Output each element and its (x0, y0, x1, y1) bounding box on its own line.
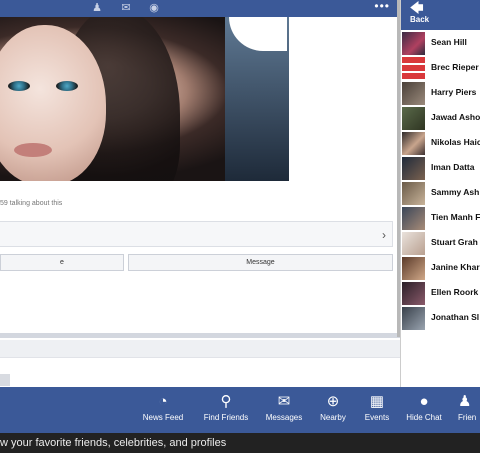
nearby-button[interactable]: ⊕ Nearby (316, 387, 350, 433)
friend-item[interactable]: Sean Hill (401, 31, 480, 56)
avatar (402, 182, 425, 205)
friend-name: Ellen Roork (431, 287, 479, 297)
more-options-icon[interactable]: ••• (374, 0, 390, 12)
messages-label: Messages (265, 413, 303, 422)
calendar-icon: ▦ (369, 393, 385, 410)
back-button[interactable]: 🡄 Back (401, 0, 480, 30)
friend-item[interactable]: Harry Piers (401, 81, 480, 106)
caption-banner: w your favorite friends, celebrities, an… (0, 433, 480, 453)
messages-icon[interactable]: ✉ (119, 2, 133, 14)
friend-name: Janine Khar (431, 262, 480, 272)
events-button[interactable]: ▦ Events (361, 387, 393, 433)
rss-icon: ◔ (158, 393, 168, 410)
target-icon: ⊕ (326, 393, 340, 410)
message-button[interactable]: Message (128, 254, 393, 271)
page-content: 59 talking about this › e Message (0, 17, 400, 387)
top-bar: ♟ ✉ ◉ ••• (0, 0, 400, 17)
friend-name: Brec Rieper (431, 62, 479, 72)
friend-name: Sean Hill (431, 37, 467, 47)
section-divider (0, 333, 400, 338)
photo-eye (8, 81, 30, 91)
friends-button[interactable]: ♟ Frien (458, 387, 480, 433)
chat-sidebar: 🡄 Back Sean Hill Brec Rieper Harry Piers… (400, 0, 480, 387)
chevron-right-icon: › (382, 228, 386, 242)
avatar (402, 157, 425, 180)
friend-item[interactable]: Jonathan Sl (401, 306, 480, 331)
globe-icon[interactable]: ◉ (147, 2, 161, 14)
photo-lips (14, 143, 52, 157)
friend-item[interactable]: Iman Datta (401, 156, 480, 181)
avatar (402, 207, 425, 230)
friend-name: Nikolas Haic (431, 137, 480, 147)
like-button[interactable]: e (0, 254, 124, 271)
friend-item[interactable]: Jawad Asho (401, 106, 480, 131)
friend-name: Harry Piers (431, 87, 477, 97)
friend-name: Sammy Ash (431, 187, 480, 197)
find-friends-button[interactable]: ⚲ Find Friends (199, 387, 253, 433)
avatar (402, 82, 425, 105)
nearby-label: Nearby (320, 413, 346, 422)
avatar (402, 307, 425, 330)
friend-name: Stuart Grah (431, 237, 478, 247)
friend-name: Jawad Asho (431, 112, 480, 122)
hide-chat-label: Hide Chat (406, 413, 442, 422)
about-row[interactable]: › (0, 221, 393, 247)
chat-bubble-icon: ● (419, 393, 429, 410)
bottom-app-bar: ◔ News Feed ⚲ Find Friends ✉ Messages ⊕ … (0, 387, 480, 433)
avatar (402, 32, 425, 55)
friends-label: Frien (458, 413, 477, 422)
find-friends-label: Find Friends (203, 413, 249, 422)
friend-item[interactable]: Janine Khar (401, 256, 480, 281)
friend-item[interactable]: Brec Rieper (401, 56, 480, 81)
friend-name: Jonathan Sl (431, 312, 480, 322)
friend-item[interactable]: Sammy Ash (401, 181, 480, 206)
back-label: Back (410, 15, 430, 24)
friend-item[interactable]: Nikolas Haic (401, 131, 480, 156)
avatar (402, 107, 425, 130)
friend-name: Iman Datta (431, 162, 475, 172)
avatar (402, 57, 425, 80)
cover-photo[interactable] (0, 17, 289, 181)
photo-eye (56, 81, 78, 91)
friend-name: Tien Manh F (431, 212, 480, 222)
news-feed-button[interactable]: ◔ News Feed (140, 387, 186, 433)
friends-icon[interactable]: ♟ (90, 2, 104, 14)
avatar (402, 257, 425, 280)
talking-about-count: 59 talking about this (0, 200, 63, 207)
friend-item[interactable]: Stuart Grah (401, 231, 480, 256)
friend-item[interactable]: Ellen Roork (401, 281, 480, 306)
events-label: Events (364, 413, 390, 422)
news-feed-label: News Feed (142, 413, 184, 422)
envelope-icon: ✉ (277, 393, 291, 410)
friend-item[interactable]: Tien Manh F (401, 206, 480, 231)
avatar (402, 232, 425, 255)
avatar (402, 282, 425, 305)
messages-button[interactable]: ✉ Messages (262, 387, 306, 433)
sub-section (0, 340, 400, 358)
avatar (402, 132, 425, 155)
partial-badge (0, 374, 10, 386)
person-icon: ♟ (458, 393, 472, 410)
hide-chat-button[interactable]: ● Hide Chat (404, 387, 444, 433)
location-pin-icon: ⚲ (220, 393, 232, 410)
